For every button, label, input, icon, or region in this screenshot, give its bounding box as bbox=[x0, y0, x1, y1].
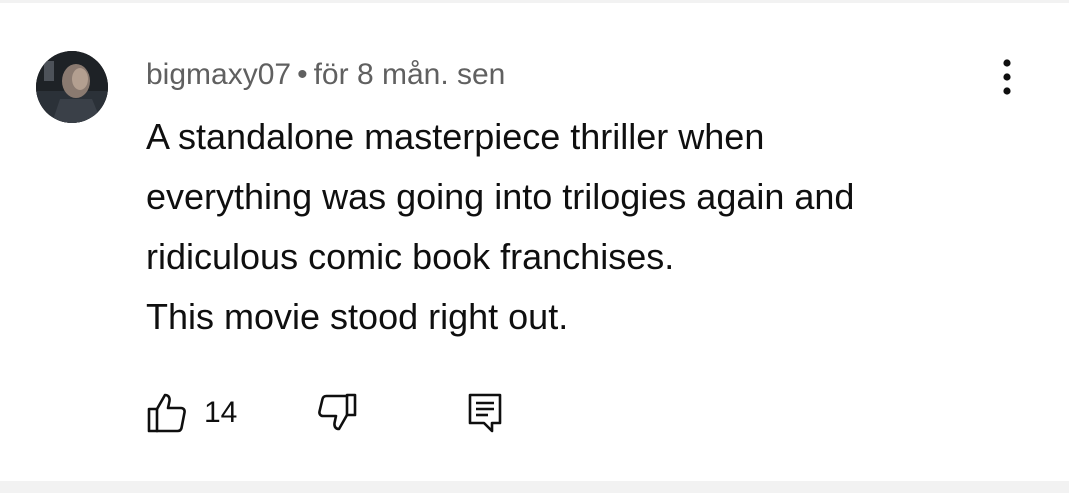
reply-comment-icon bbox=[468, 393, 502, 433]
comment-time[interactable]: för 8 mån. sen bbox=[314, 58, 506, 91]
more-vert-icon bbox=[1003, 59, 1011, 95]
comment-text: A standalone masterpiece thriller when e… bbox=[146, 107, 1026, 347]
reply-button[interactable] bbox=[464, 391, 506, 435]
like-button[interactable] bbox=[146, 391, 188, 435]
comment-line: A standalone masterpiece thriller when bbox=[146, 116, 765, 157]
comment-card: bigmaxy07 • för 8 mån. sen A standalone ma… bbox=[0, 3, 1069, 481]
thumbs-up-icon bbox=[147, 393, 186, 433]
like-count: 14 bbox=[204, 396, 238, 429]
avatar-image bbox=[36, 51, 108, 123]
comment-header: bigmaxy07 • för 8 mån. sen bbox=[146, 55, 505, 95]
comment-line: everything was going into trilogies agai… bbox=[146, 176, 855, 217]
thumbs-down-icon bbox=[318, 393, 357, 431]
dislike-button[interactable] bbox=[316, 391, 358, 435]
more-options-button[interactable] bbox=[985, 55, 1029, 99]
author-name[interactable]: bigmaxy07 bbox=[146, 58, 291, 91]
comment-line: ridiculous comic book franchises. bbox=[146, 236, 675, 277]
avatar[interactable] bbox=[36, 51, 108, 123]
separator-dot: • bbox=[297, 58, 308, 91]
comment-line: This movie stood right out. bbox=[146, 296, 569, 337]
